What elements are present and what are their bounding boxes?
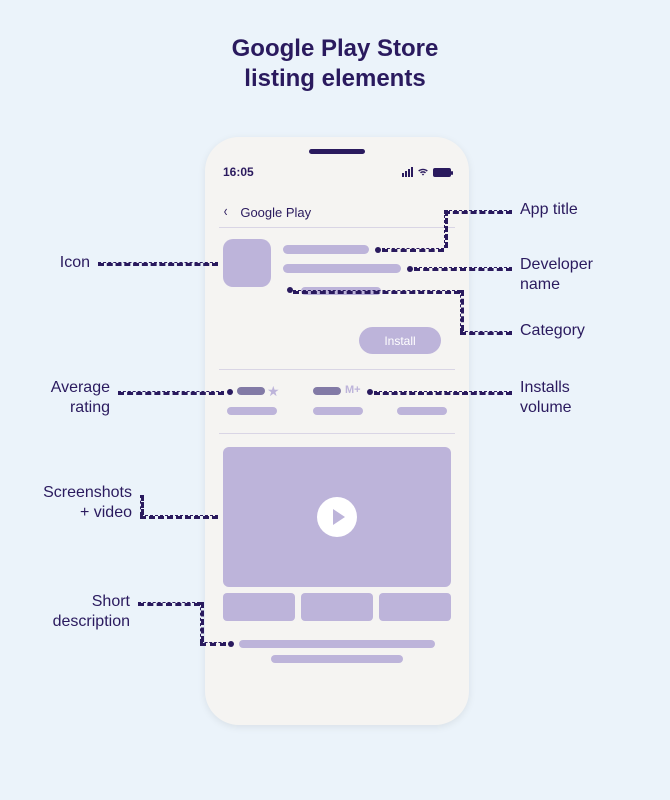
phone-notch <box>309 149 365 154</box>
battery-icon <box>433 168 451 177</box>
callout-dot <box>227 389 233 395</box>
callout-dot <box>228 641 234 647</box>
divider <box>219 369 455 370</box>
nav-title: Google Play <box>240 205 311 220</box>
connector <box>138 602 200 606</box>
callout-dot <box>407 266 413 272</box>
video-placeholder[interactable] <box>223 447 451 587</box>
divider <box>219 227 455 228</box>
connector <box>374 391 512 395</box>
label-developer: Developername <box>520 255 593 295</box>
back-icon[interactable]: ‹ <box>224 203 228 221</box>
connector <box>200 642 226 646</box>
rating-value-placeholder <box>237 387 265 395</box>
install-button[interactable]: Install <box>359 327 441 354</box>
metric-label-placeholder <box>313 407 363 415</box>
metric-label-placeholder <box>227 407 277 415</box>
connector <box>118 391 224 395</box>
title-line1: Google Play Store <box>0 34 670 64</box>
screenshot-thumb <box>223 593 295 621</box>
status-icons <box>402 167 451 177</box>
screenshot-thumb <box>301 593 373 621</box>
connector <box>414 267 512 271</box>
developer-name-placeholder <box>283 264 401 273</box>
connector <box>200 602 204 642</box>
label-avg-rating: Averagerating <box>10 378 110 418</box>
connector <box>460 331 512 335</box>
connector <box>98 262 218 266</box>
app-icon-placeholder <box>223 239 271 287</box>
divider <box>219 433 455 434</box>
signal-icon <box>402 167 413 177</box>
app-title-placeholder <box>283 245 369 254</box>
screenshot-thumb <box>379 593 451 621</box>
connector <box>444 210 512 214</box>
label-category: Category <box>520 321 585 341</box>
status-bar: 16:05 <box>223 165 451 179</box>
callout-dot <box>375 247 381 253</box>
label-short-desc: Shortdescription <box>10 592 130 632</box>
status-time: 16:05 <box>223 165 254 179</box>
connector <box>140 495 144 515</box>
wifi-icon <box>417 167 429 177</box>
diagram-title: Google Play Store listing elements <box>0 0 670 94</box>
phone-mockup: 16:05 ‹ Google Play Install ★ M+ <box>205 137 469 725</box>
installs-value-placeholder <box>313 387 341 395</box>
play-icon <box>317 497 357 537</box>
connector <box>140 515 218 519</box>
connector <box>382 248 444 252</box>
label-screenshots: Screenshots+ video <box>4 483 132 523</box>
connector <box>444 210 448 248</box>
short-description-placeholder <box>239 640 435 648</box>
label-app-title: App title <box>520 200 578 220</box>
nav-row: ‹ Google Play <box>223 203 451 221</box>
connector <box>293 290 460 294</box>
connector <box>460 290 464 331</box>
label-icon: Icon <box>30 253 90 273</box>
title-line2: listing elements <box>0 64 670 94</box>
short-description-placeholder <box>271 655 403 663</box>
star-icon: ★ <box>267 383 280 400</box>
installs-suffix: M+ <box>345 384 361 396</box>
metric-label-placeholder <box>397 407 447 415</box>
callout-dot <box>367 389 373 395</box>
label-installs: Installsvolume <box>520 378 572 418</box>
